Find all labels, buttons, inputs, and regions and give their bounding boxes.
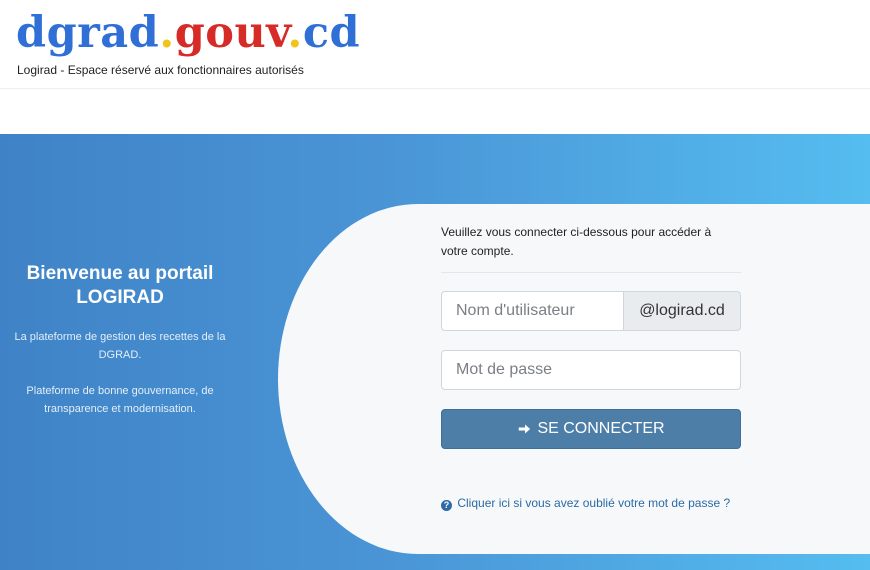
login-button[interactable]: SE CONNECTER xyxy=(441,409,741,449)
logo-part-gouv: gouv xyxy=(174,8,288,58)
forgot-password-label: Cliquer ici si vous avez oublié votre mo… xyxy=(457,496,731,510)
logo-part-cd: cd xyxy=(302,8,361,58)
logo-dot-1: . xyxy=(159,8,175,58)
page: dgrad.gouv.cd Logirad - Espace réservé a… xyxy=(0,0,870,570)
logo-dot-2: . xyxy=(287,8,303,58)
login-banner: Bienvenue au portail LOGIRAD La platefor… xyxy=(0,134,870,570)
username-domain-suffix: @logirad.cd xyxy=(624,291,741,331)
site-tagline: Logirad - Espace réservé aux fonctionnai… xyxy=(17,63,304,77)
username-group: @logirad.cd xyxy=(441,291,741,331)
login-button-label: SE CONNECTER xyxy=(537,420,665,437)
welcome-title: Bienvenue au portail LOGIRAD xyxy=(0,262,240,310)
login-intro: Veuillez vous connecter ci-dessous pour … xyxy=(441,225,712,258)
forgot-password-link[interactable]: ? Cliquer ici si vous avez oublié votre … xyxy=(441,495,741,512)
welcome-text-2: Plateforme de bonne gouvernance, de tran… xyxy=(26,385,214,415)
question-circle-icon: ? xyxy=(441,500,452,511)
welcome-title-line2: LOGIRAD xyxy=(76,287,164,308)
password-input[interactable] xyxy=(441,350,741,390)
welcome-title-line1: Bienvenue au portail xyxy=(26,263,214,284)
username-input[interactable] xyxy=(441,291,624,331)
welcome-text-1: La plateforme de gestion des recettes de… xyxy=(14,331,226,361)
welcome-panel: Bienvenue au portail LOGIRAD La platefor… xyxy=(0,262,240,418)
logo-part-dgrad: dgrad xyxy=(16,8,160,58)
login-card: Veuillez vous connecter ci-dessous pour … xyxy=(278,204,870,554)
header: dgrad.gouv.cd Logirad - Espace réservé a… xyxy=(0,0,870,89)
divider xyxy=(441,272,741,273)
arrow-right-icon xyxy=(519,424,531,434)
site-logo[interactable]: dgrad.gouv.cd xyxy=(16,8,360,58)
login-form: Veuillez vous connecter ci-dessous pour … xyxy=(441,204,741,512)
